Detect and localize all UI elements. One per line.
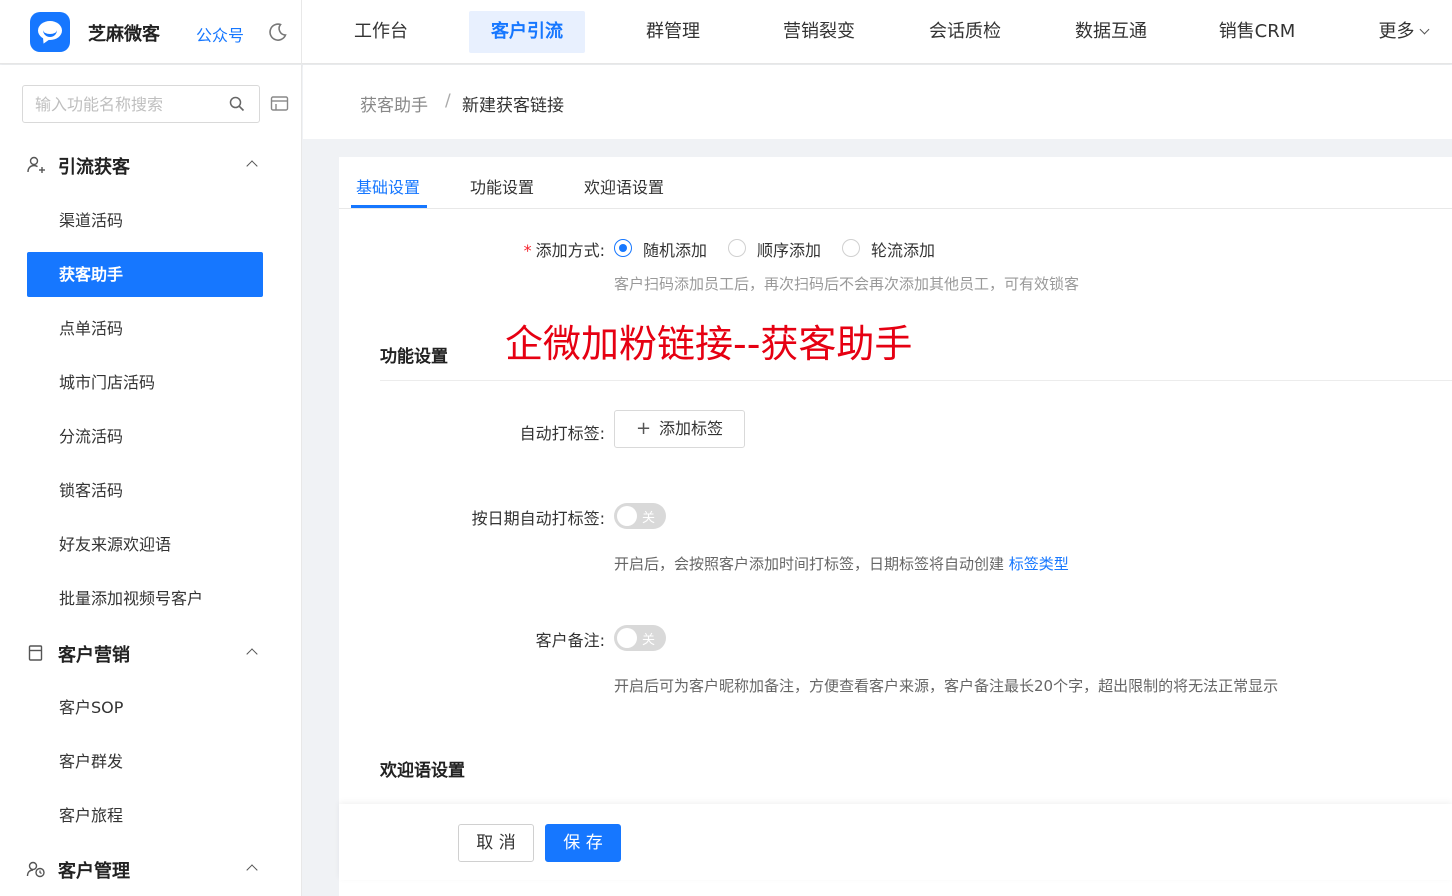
- brand-name: 芝麻微客: [88, 24, 160, 45]
- sidebar-item-channel-code[interactable]: 渠道活码: [27, 198, 263, 243]
- breadcrumb-separator: /: [445, 91, 451, 111]
- date-auto-tag-hint: 开启后，会按照客户添加时间打标签，日期标签将自动创建 标签类型: [614, 553, 1069, 574]
- customer-remark-switch[interactable]: 关: [614, 625, 666, 651]
- chevron-down-icon: [1419, 24, 1429, 35]
- brand-area: 芝麻微客 公众号: [0, 0, 302, 64]
- tag-type-link[interactable]: 标签类型: [1009, 555, 1069, 573]
- radio-circle[interactable]: [614, 239, 632, 257]
- section-divider: [380, 380, 1452, 381]
- calendar-icon: [28, 645, 43, 661]
- plus-icon: +: [635, 418, 652, 439]
- sidebar-item-split-code[interactable]: 分流活码: [27, 414, 263, 459]
- function-search-box[interactable]: [22, 85, 260, 123]
- save-button[interactable]: 保 存: [545, 824, 621, 862]
- sidebar-group-label: 客户管理: [58, 861, 130, 882]
- nav-workbench[interactable]: 工作台: [331, 11, 431, 53]
- nav-customer-acquisition[interactable]: 客户引流: [469, 11, 585, 53]
- chevron-up-icon: [246, 648, 258, 660]
- tab-function-settings[interactable]: 功能设置: [470, 174, 534, 198]
- user-add-icon: [27, 156, 45, 173]
- nav-marketing-fission[interactable]: 营销裂变: [769, 11, 869, 53]
- add-mode-hint: 客户扫码添加员工后，再次扫码后不会再次添加其他员工，可有效锁客: [614, 275, 1080, 293]
- dark-mode-moon-icon[interactable]: [268, 22, 288, 42]
- cancel-button[interactable]: 取 消: [458, 824, 534, 862]
- add-mode-label: * 添加方式:: [515, 237, 605, 261]
- switch-text: 关: [642, 511, 656, 526]
- nav-more-label: 更多: [1378, 21, 1415, 42]
- radio-label: 轮流添加: [871, 241, 936, 260]
- nav-sales-crm[interactable]: 销售CRM: [1207, 11, 1307, 53]
- sidebar-group-customer-management[interactable]: 客户管理: [0, 849, 302, 889]
- nav-more[interactable]: 更多: [1363, 11, 1443, 53]
- sidebar-item-acquisition-assistant[interactable]: 获客助手: [27, 252, 263, 297]
- nav-data-sync[interactable]: 数据互通: [1061, 11, 1161, 53]
- sidebar-group-customer-marketing[interactable]: 客户营销: [0, 633, 302, 673]
- breadcrumb-parent-link[interactable]: 获客助手: [360, 91, 428, 116]
- sidebar-group-lead-acquisition[interactable]: 引流获客: [0, 145, 302, 185]
- sidebar-group-label: 客户营销: [58, 645, 130, 666]
- search-icon[interactable]: [229, 96, 245, 112]
- sidebar-group-label: 引流获客: [58, 157, 130, 178]
- sidebar-item-customer-journey[interactable]: 客户旅程: [27, 793, 263, 838]
- nav-session-quality[interactable]: 会话质检: [915, 11, 1015, 53]
- form-footer: 取 消 保 存: [339, 804, 1452, 880]
- settings-tabs: 基础设置 功能设置 欢迎语设置: [339, 157, 1452, 209]
- function-search-input[interactable]: [35, 93, 225, 115]
- breadcrumb: 获客助手 / 新建获客链接: [303, 65, 1452, 139]
- add-mode-label-text: 添加方式:: [535, 241, 605, 260]
- overlay-annotation-title: 企微加粉链接--获客助手: [505, 322, 913, 366]
- sidebar-item-city-store-code[interactable]: 城市门店活码: [27, 360, 263, 405]
- welcome-section-title: 欢迎语设置: [380, 761, 465, 781]
- chevron-up-icon: [246, 160, 258, 172]
- tab-welcome-settings[interactable]: 欢迎语设置: [584, 174, 664, 198]
- app-logo-icon[interactable]: [30, 12, 70, 52]
- top-navbar: 芝麻微客 公众号 工作台 客户引流 群管理 营销裂变 会话质检 数据互通 销售C…: [0, 0, 1452, 64]
- radio-label: 随机添加: [643, 241, 708, 260]
- date-auto-tag-switch[interactable]: 关: [614, 503, 666, 529]
- radio-label: 顺序添加: [757, 241, 822, 260]
- chevron-up-icon: [246, 864, 258, 876]
- active-tab-indicator: [351, 205, 427, 208]
- customer-remark-label: 客户备注:: [535, 631, 605, 650]
- breadcrumb-current: 新建获客链接: [462, 96, 564, 116]
- switch-text: 关: [642, 633, 656, 648]
- auto-tag-label: 自动打标签:: [519, 424, 605, 443]
- official-account-link[interactable]: 公众号: [196, 22, 244, 46]
- function-section-title: 功能设置: [380, 347, 448, 367]
- switch-knob: [617, 628, 637, 648]
- switch-knob: [617, 506, 637, 526]
- form-card: 基础设置 功能设置 欢迎语设置 * 添加方式: 随机添加 顺序添加 轮流添加 客户…: [339, 157, 1452, 896]
- date-auto-tag-label: 按日期自动打标签:: [471, 509, 605, 528]
- radio-circle[interactable]: [728, 239, 746, 257]
- date-auto-tag-hint-text: 开启后，会按照客户添加时间打标签，日期标签将自动创建: [614, 555, 1009, 573]
- add-tag-button-label: 添加标签: [659, 419, 724, 438]
- customer-remark-hint: 开启后可为客户昵称加备注，方便查看客户来源，客户备注最长20个字，超出限制的将无…: [614, 677, 1279, 695]
- sidebar-item-batch-add-video-customer[interactable]: 批量添加视频号客户: [27, 576, 263, 621]
- sidebar-item-order-code[interactable]: 点单活码: [27, 306, 263, 351]
- sidebar-item-friend-source-welcome[interactable]: 好友来源欢迎语: [27, 522, 263, 567]
- sidebar-item-customer-broadcast[interactable]: 客户群发: [27, 739, 263, 784]
- radio-circle[interactable]: [842, 239, 860, 257]
- sidebar-item-lock-code[interactable]: 锁客活码: [27, 468, 263, 513]
- required-mark: *: [523, 241, 532, 260]
- sidebar-layout-icon[interactable]: [270, 95, 290, 113]
- tab-basic-settings[interactable]: 基础设置: [356, 174, 420, 198]
- sidebar: 引流获客 渠道活码 获客助手 点单活码 城市门店活码 分流活码 锁客活码 好友来…: [0, 65, 302, 896]
- add-tag-button[interactable]: + 添加标签: [614, 410, 745, 448]
- sidebar-item-customer-sop[interactable]: 客户SOP: [27, 685, 263, 730]
- nav-group-management[interactable]: 群管理: [623, 11, 723, 53]
- customer-manage-icon: [26, 861, 45, 878]
